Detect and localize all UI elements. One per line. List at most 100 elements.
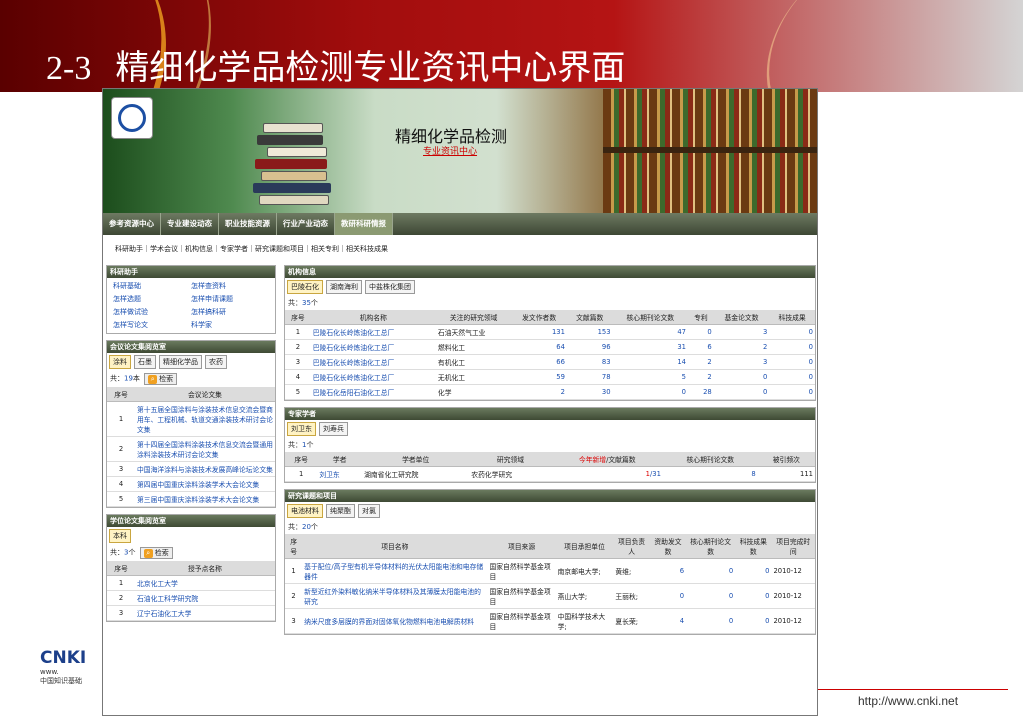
table-number: 96 xyxy=(566,339,613,355)
panel-title: 研究课题和项目 xyxy=(285,490,815,502)
column-header: 序号 xyxy=(285,534,303,559)
tab-chlorine[interactable]: 对氯 xyxy=(358,504,380,518)
table-cell: 燕山大学; xyxy=(555,583,614,609)
table-link[interactable]: 巴陵石化长岭炼油化工总厂 xyxy=(310,354,436,370)
bookshelf-image xyxy=(603,89,817,213)
organization-panel: 机构信息 巴陵石化 湖南海利 中盐株化集团 共：35个 序号 机构名称 关注的研究领… xyxy=(284,265,816,401)
tab-coatings[interactable]: 涂料 xyxy=(109,355,131,369)
banner-subtitle[interactable]: 专业资讯中心 xyxy=(423,144,477,157)
table-number: 83 xyxy=(566,354,613,370)
row-number: 2 xyxy=(285,583,303,609)
main-nav: 参考资源中心 专业建设动态 职业技能资源 行业产业动态 教研科研情报 xyxy=(103,213,817,235)
row-number: 2 xyxy=(285,339,311,355)
table-row: 3 巴陵石化长岭炼油化工总厂 有机化工 66 83 14 2 3 0 xyxy=(285,354,815,370)
table-row: 2 新型近红外染料敏化纳米半导体材料及其薄膜太阳能电池的研究 国家自然科学基金项目燕… xyxy=(285,583,815,609)
table-number: 28 xyxy=(688,384,714,400)
tab-baling[interactable]: 巴陵石化 xyxy=(287,280,323,294)
slide-title-text: 精细化学品检测专业资讯中心界面 xyxy=(115,48,626,88)
search-button[interactable]: ⌕ 检索 xyxy=(144,373,178,385)
table-cell: 无机化工 xyxy=(435,369,512,385)
column-header: 项目名称 xyxy=(302,534,488,559)
research-assistant-panel: 科研助手 科研基础 怎样查资料 怎样选题 怎样申请课题 怎样做试验 怎样搞科研 … xyxy=(106,265,276,334)
search-icon: ⌕ xyxy=(148,374,158,384)
table-link[interactable]: 巴陵石化长岭炼油化工总厂 xyxy=(310,369,436,385)
table-cell: 王丽秋; xyxy=(613,583,650,609)
table-number: 66 xyxy=(511,354,567,370)
search-label: 检索 xyxy=(154,549,169,557)
conference-link[interactable]: 第十四届全国涂料涂装技术信息交流会暨通用涂料涂装技术研讨会论文集 xyxy=(135,436,275,462)
conference-link[interactable]: 第三届中国重庆涂料涂装学术大会论文集 xyxy=(135,491,275,507)
table-row: 3 中国海洋涂料与涂装技术发展高峰论坛论文集 xyxy=(107,461,275,477)
table-number: 30 xyxy=(566,384,613,400)
assistant-link[interactable]: 科研基础 xyxy=(113,281,191,291)
conference-link[interactable]: 中国海洋涂料与涂装技术发展高峰论坛论文集 xyxy=(135,461,275,477)
expert-link[interactable]: 刘卫东 xyxy=(317,466,363,482)
tab-graphite[interactable]: 石墨 xyxy=(134,355,156,369)
table-link[interactable]: 巴陵石化长岭炼油化工总厂 xyxy=(310,324,436,340)
search-button[interactable]: ⌕ 检索 xyxy=(139,547,173,559)
table-number: 0 xyxy=(612,384,688,400)
project-table: 序号 项目名称 项目来源 项目承担单位 项目负责人 资助发文数 核心期刊论文数 科技成果数 项目… xyxy=(285,534,815,634)
table-link[interactable]: 巴陵石化长岭炼油化工总厂 xyxy=(310,339,436,355)
table-link[interactable]: 巴陵石化岳阳石油化工总厂 xyxy=(310,384,436,400)
assistant-link[interactable]: 怎样查资料 xyxy=(191,281,269,291)
column-header: 序号 xyxy=(285,452,318,467)
tab-undergraduate[interactable]: 本科 xyxy=(109,529,131,543)
nav-item-reference[interactable]: 参考资源中心 xyxy=(103,213,161,235)
column-header: 学者单位 xyxy=(362,452,470,467)
tab-pesticides[interactable]: 农药 xyxy=(205,355,227,369)
column-header: 学者 xyxy=(317,452,363,467)
table-number: 47 xyxy=(612,324,688,340)
table-number: 0 xyxy=(686,558,736,584)
assistant-link[interactable]: 怎样选题 xyxy=(113,294,191,304)
nav-item-industry[interactable]: 行业产业动态 xyxy=(277,213,335,235)
conference-link[interactable]: 第十五届全国涂料与涂装技术信息交流会暨商用车、工程机械、轨道交通涂装技术研讨会论… xyxy=(135,401,275,437)
table-number: 6 xyxy=(649,558,687,584)
table-link[interactable]: 纳米尺度多层膜的界面对固体氧化物燃料电池电解质材料 xyxy=(302,608,488,634)
tab-battery-materials[interactable]: 电池材料 xyxy=(287,504,323,518)
nav-item-research[interactable]: 教研科研情报 xyxy=(335,213,393,235)
table-row: 3 辽宁石油化工大学 xyxy=(107,605,275,621)
institution-link[interactable]: 石油化工科学研究院 xyxy=(135,590,275,606)
institution-link[interactable]: 北京化工大学 xyxy=(135,575,275,591)
table-cell: 黄维; xyxy=(613,558,650,584)
tab-zhongyan[interactable]: 中盐株化集团 xyxy=(365,280,415,294)
column-header: 研究领域 xyxy=(469,452,552,467)
organization-table: 序号 机构名称 关注的研究领域 发文作者数 文献篇数 核心期刊论文数 专利 基金论文数 科技成果… xyxy=(285,310,815,400)
table-link[interactable]: 新型近红外染料敏化纳米半导体材料及其薄膜太阳能电池的研究 xyxy=(302,583,488,609)
table-number: 0 xyxy=(713,384,770,400)
conference-tabs: 涂料 石墨 精细化学品 农药 xyxy=(107,353,275,371)
cnki-logo-url: www. xyxy=(40,668,59,676)
column-header: 序号 xyxy=(285,310,311,325)
footer-url[interactable]: http://www.cnki.net xyxy=(858,694,958,708)
table-number: 0 xyxy=(688,324,714,340)
sub-nav[interactable]: 科研助手｜学术会议｜机构信息｜专家学者｜研究课题和项目｜相关专利｜相关科技成果 xyxy=(103,242,817,256)
column-header: 项目来源 xyxy=(487,534,556,559)
assistant-link[interactable]: 怎样写论文 xyxy=(113,320,191,330)
tab-expert-1[interactable]: 刘卫东 xyxy=(287,422,316,436)
thesis-tabs: 本科 xyxy=(107,527,275,545)
count-label: 共： xyxy=(110,374,124,383)
table-cell: 石油天然气工业 xyxy=(435,324,512,340)
column-header: 序号 xyxy=(107,561,135,576)
table-link[interactable]: 基于配位/高子型有机半导体材料的光伏太阳能电池和电存储器件 xyxy=(302,558,488,584)
tab-expert-2[interactable]: 刘寿兵 xyxy=(319,422,348,436)
table-row: 2 石油化工科学研究院 xyxy=(107,590,275,606)
tab-hunan-haili[interactable]: 湖南海利 xyxy=(326,280,362,294)
tab-polyester[interactable]: 纯聚酯 xyxy=(326,504,355,518)
table-number: 31 xyxy=(612,339,688,355)
assistant-link[interactable]: 怎样搞科研 xyxy=(191,307,269,317)
institution-link[interactable]: 辽宁石油化工大学 xyxy=(135,605,275,621)
nav-item-major-building[interactable]: 专业建设动态 xyxy=(161,213,219,235)
decorative-swoosh xyxy=(727,0,1023,92)
nav-item-skill-resources[interactable]: 职业技能资源 xyxy=(219,213,277,235)
footer-divider xyxy=(818,689,1008,690)
assistant-link[interactable]: 科学家 xyxy=(191,320,269,330)
conference-link[interactable]: 第四届中国重庆涂料涂装学术大会论文集 xyxy=(135,476,275,492)
assistant-link[interactable]: 怎样申请课题 xyxy=(191,294,269,304)
table-number: 0 xyxy=(769,324,815,340)
tab-fine-chemicals[interactable]: 精细化学品 xyxy=(159,355,202,369)
expert-tabs: 刘卫东 刘寿兵 xyxy=(285,420,815,438)
site-logo-icon[interactable] xyxy=(111,97,153,139)
assistant-link[interactable]: 怎样做试验 xyxy=(113,307,191,317)
